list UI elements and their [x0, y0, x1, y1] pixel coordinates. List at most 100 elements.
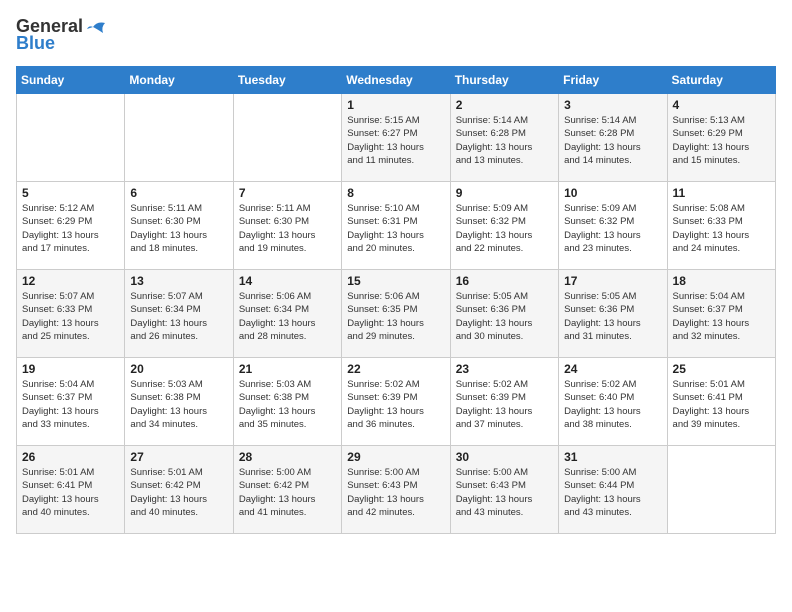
day-info: Sunrise: 5:11 AM Sunset: 6:30 PM Dayligh… [239, 202, 336, 255]
calendar-cell [125, 94, 233, 182]
calendar-cell: 14 Sunrise: 5:06 AM Sunset: 6:34 PM Dayli… [233, 270, 341, 358]
calendar-cell: 5 Sunrise: 5:12 AM Sunset: 6:29 PM Daylig… [17, 182, 125, 270]
weekday-header-saturday: Saturday [667, 67, 775, 94]
calendar-cell: 19Sunrise: 5:04 AM Sunset: 6:37 PM Dayli… [17, 358, 125, 446]
logo-bird-icon [85, 19, 107, 35]
calendar-cell: 6 Sunrise: 5:11 AM Sunset: 6:30 PM Daylig… [125, 182, 233, 270]
day-number: 27 [130, 450, 227, 464]
day-number: 6 [130, 186, 227, 200]
calendar-cell: 17 Sunrise: 5:05 AM Sunset: 6:36 PM Dayli… [559, 270, 667, 358]
calendar-cell: 30Sunrise: 5:00 AM Sunset: 6:43 PM Dayli… [450, 446, 558, 534]
day-info: Sunrise: 5:06 AM Sunset: 6:35 PM Dayligh… [347, 290, 444, 343]
calendar-cell: 23Sunrise: 5:02 AM Sunset: 6:39 PM Dayli… [450, 358, 558, 446]
day-info: Sunrise: 5:03 AM Sunset: 6:38 PM Dayligh… [130, 378, 227, 431]
day-number: 20 [130, 362, 227, 376]
weekday-header-sunday: Sunday [17, 67, 125, 94]
calendar-cell: 3 Sunrise: 5:14 AM Sunset: 6:28 PM Daylig… [559, 94, 667, 182]
day-number: 29 [347, 450, 444, 464]
day-number: 4 [673, 98, 770, 112]
day-info: Sunrise: 5:03 AM Sunset: 6:38 PM Dayligh… [239, 378, 336, 431]
day-info: Sunrise: 5:02 AM Sunset: 6:40 PM Dayligh… [564, 378, 661, 431]
day-info: Sunrise: 5:09 AM Sunset: 6:32 PM Dayligh… [564, 202, 661, 255]
day-number: 19 [22, 362, 119, 376]
day-number: 31 [564, 450, 661, 464]
calendar-cell: 28 Sunrise: 5:00 AM Sunset: 6:42 PM Dayli… [233, 446, 341, 534]
day-info: Sunrise: 5:01 AM Sunset: 6:41 PM Dayligh… [673, 378, 770, 431]
day-number: 8 [347, 186, 444, 200]
calendar-cell: 29 Sunrise: 5:00 AM Sunset: 6:43 PM Dayli… [342, 446, 450, 534]
day-info: Sunrise: 5:00 AM Sunset: 6:43 PM Dayligh… [347, 466, 444, 519]
day-info: Sunrise: 5:14 AM Sunset: 6:28 PM Dayligh… [564, 114, 661, 167]
day-number: 28 [239, 450, 336, 464]
day-info: Sunrise: 5:14 AM Sunset: 6:28 PM Dayligh… [456, 114, 553, 167]
day-number: 14 [239, 274, 336, 288]
day-number: 24 [564, 362, 661, 376]
calendar-week-row: 1Sunrise: 5:15 AM Sunset: 6:27 PM Daylig… [17, 94, 776, 182]
day-number: 23 [456, 362, 553, 376]
calendar-cell: 22 Sunrise: 5:02 AM Sunset: 6:39 PM Dayli… [342, 358, 450, 446]
day-number: 18 [673, 274, 770, 288]
calendar-cell: 31Sunrise: 5:00 AM Sunset: 6:44 PM Dayli… [559, 446, 667, 534]
day-info: Sunrise: 5:08 AM Sunset: 6:33 PM Dayligh… [673, 202, 770, 255]
day-info: Sunrise: 5:07 AM Sunset: 6:34 PM Dayligh… [130, 290, 227, 343]
day-number: 7 [239, 186, 336, 200]
day-info: Sunrise: 5:00 AM Sunset: 6:43 PM Dayligh… [456, 466, 553, 519]
calendar-week-row: 5 Sunrise: 5:12 AM Sunset: 6:29 PM Daylig… [17, 182, 776, 270]
calendar-cell: 10Sunrise: 5:09 AM Sunset: 6:32 PM Dayli… [559, 182, 667, 270]
weekday-header-thursday: Thursday [450, 67, 558, 94]
day-number: 11 [673, 186, 770, 200]
weekday-header-row: SundayMondayTuesdayWednesdayThursdayFrid… [17, 67, 776, 94]
weekday-header-tuesday: Tuesday [233, 67, 341, 94]
calendar-cell [233, 94, 341, 182]
calendar-cell [667, 446, 775, 534]
day-info: Sunrise: 5:04 AM Sunset: 6:37 PM Dayligh… [673, 290, 770, 343]
calendar-week-row: 19Sunrise: 5:04 AM Sunset: 6:37 PM Dayli… [17, 358, 776, 446]
day-number: 16 [456, 274, 553, 288]
weekday-header-wednesday: Wednesday [342, 67, 450, 94]
page-header: General Blue [16, 16, 776, 54]
day-number: 9 [456, 186, 553, 200]
day-info: Sunrise: 5:10 AM Sunset: 6:31 PM Dayligh… [347, 202, 444, 255]
logo: General Blue [16, 16, 109, 54]
calendar-week-row: 12Sunrise: 5:07 AM Sunset: 6:33 PM Dayli… [17, 270, 776, 358]
calendar-cell: 8 Sunrise: 5:10 AM Sunset: 6:31 PM Daylig… [342, 182, 450, 270]
day-number: 2 [456, 98, 553, 112]
weekday-header-monday: Monday [125, 67, 233, 94]
day-number: 13 [130, 274, 227, 288]
day-number: 21 [239, 362, 336, 376]
calendar-cell: 18 Sunrise: 5:04 AM Sunset: 6:37 PM Dayli… [667, 270, 775, 358]
calendar-cell: 15 Sunrise: 5:06 AM Sunset: 6:35 PM Dayli… [342, 270, 450, 358]
day-info: Sunrise: 5:15 AM Sunset: 6:27 PM Dayligh… [347, 114, 444, 167]
calendar-cell: 27 Sunrise: 5:01 AM Sunset: 6:42 PM Dayli… [125, 446, 233, 534]
weekday-header-friday: Friday [559, 67, 667, 94]
day-info: Sunrise: 5:13 AM Sunset: 6:29 PM Dayligh… [673, 114, 770, 167]
calendar-cell: 25 Sunrise: 5:01 AM Sunset: 6:41 PM Dayli… [667, 358, 775, 446]
day-number: 5 [22, 186, 119, 200]
day-info: Sunrise: 5:06 AM Sunset: 6:34 PM Dayligh… [239, 290, 336, 343]
day-number: 25 [673, 362, 770, 376]
day-info: Sunrise: 5:05 AM Sunset: 6:36 PM Dayligh… [564, 290, 661, 343]
calendar-cell: 4 Sunrise: 5:13 AM Sunset: 6:29 PM Daylig… [667, 94, 775, 182]
calendar-cell [17, 94, 125, 182]
day-info: Sunrise: 5:01 AM Sunset: 6:42 PM Dayligh… [130, 466, 227, 519]
day-number: 12 [22, 274, 119, 288]
calendar-cell: 2 Sunrise: 5:14 AM Sunset: 6:28 PM Daylig… [450, 94, 558, 182]
day-info: Sunrise: 5:00 AM Sunset: 6:42 PM Dayligh… [239, 466, 336, 519]
calendar-cell: 9Sunrise: 5:09 AM Sunset: 6:32 PM Daylig… [450, 182, 558, 270]
day-info: Sunrise: 5:05 AM Sunset: 6:36 PM Dayligh… [456, 290, 553, 343]
calendar-cell: 7 Sunrise: 5:11 AM Sunset: 6:30 PM Daylig… [233, 182, 341, 270]
calendar-week-row: 26Sunrise: 5:01 AM Sunset: 6:41 PM Dayli… [17, 446, 776, 534]
day-number: 22 [347, 362, 444, 376]
logo-blue: Blue [16, 33, 55, 54]
calendar-cell: 1Sunrise: 5:15 AM Sunset: 6:27 PM Daylig… [342, 94, 450, 182]
calendar-cell: 26Sunrise: 5:01 AM Sunset: 6:41 PM Dayli… [17, 446, 125, 534]
day-number: 15 [347, 274, 444, 288]
day-number: 17 [564, 274, 661, 288]
day-info: Sunrise: 5:12 AM Sunset: 6:29 PM Dayligh… [22, 202, 119, 255]
day-number: 3 [564, 98, 661, 112]
day-info: Sunrise: 5:11 AM Sunset: 6:30 PM Dayligh… [130, 202, 227, 255]
calendar-cell: 12Sunrise: 5:07 AM Sunset: 6:33 PM Dayli… [17, 270, 125, 358]
calendar-table: SundayMondayTuesdayWednesdayThursdayFrid… [16, 66, 776, 534]
day-info: Sunrise: 5:02 AM Sunset: 6:39 PM Dayligh… [347, 378, 444, 431]
calendar-cell: 13 Sunrise: 5:07 AM Sunset: 6:34 PM Dayli… [125, 270, 233, 358]
